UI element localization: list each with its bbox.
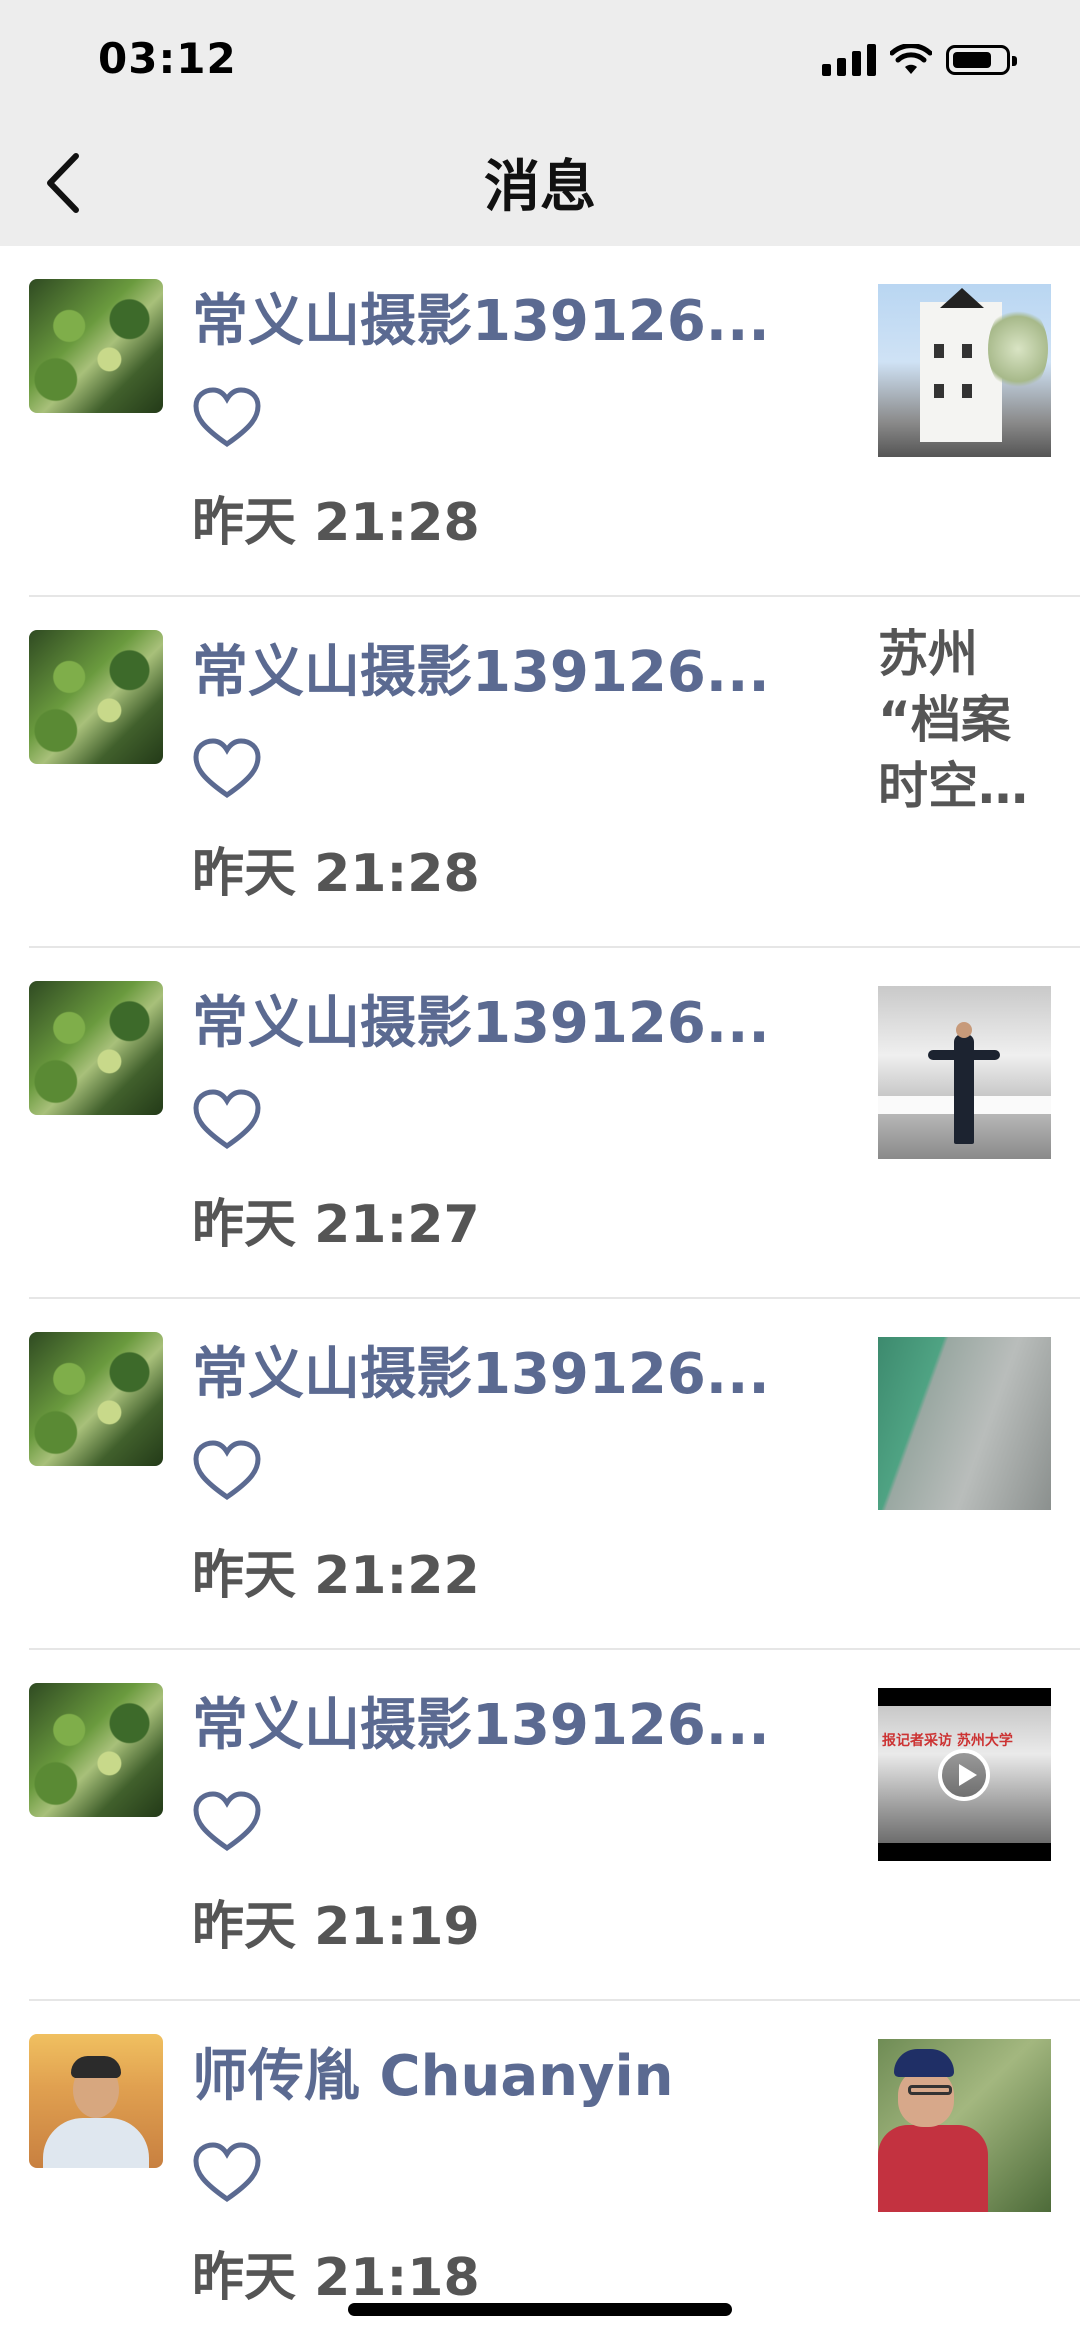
heart-icon (193, 1791, 261, 1852)
list-item[interactable]: 常义山摄影139126... 昨天 21:27 (0, 948, 1080, 1299)
heart-icon (193, 2142, 261, 2203)
status-bar: 03:12 (0, 0, 1080, 120)
status-time: 03:12 (98, 34, 237, 83)
sender-name[interactable]: 常义山摄影139126... (192, 627, 812, 708)
heart-icon (193, 387, 261, 448)
sender-name[interactable]: 常义山摄影139126... (192, 276, 812, 357)
navigation-bar: 消息 (0, 120, 1080, 246)
message-time: 昨天 21:19 (192, 1897, 480, 1957)
message-time: 昨天 21:18 (192, 2248, 480, 2308)
sender-name[interactable]: 常义山摄影139126... (192, 1680, 812, 1761)
sender-name[interactable]: 师传胤 Chuanyin (192, 2031, 812, 2112)
heart-icon (193, 1089, 261, 1150)
avatar[interactable] (29, 279, 163, 413)
play-icon[interactable] (938, 1749, 990, 1801)
video-caption: 报记者采访 苏州大学 (882, 1733, 1013, 1749)
avatar[interactable] (29, 630, 163, 764)
list-item[interactable]: 常义山摄影139126... 昨天 21:28 苏州 “档案 时空… (0, 597, 1080, 948)
avatar[interactable] (29, 2034, 163, 2168)
building-photo-thumbnail[interactable] (878, 284, 1051, 457)
sender-name[interactable]: 常义山摄影139126... (192, 978, 812, 1059)
avatar[interactable] (29, 1683, 163, 1817)
list-item[interactable]: 常义山摄影139126... 昨天 21:28 (0, 246, 1080, 597)
home-indicator[interactable] (348, 2303, 732, 2316)
page-title: 消息 (484, 155, 596, 220)
post-text-preview[interactable]: 苏州 “档案 时空… (878, 621, 1053, 819)
cellular-signal-icon (822, 44, 876, 76)
message-time: 昨天 21:22 (192, 1546, 480, 1606)
video-thumbnail[interactable]: 报记者采访 苏州大学 (878, 1688, 1051, 1861)
portrait-photo-thumbnail[interactable] (878, 2039, 1051, 2212)
list-item[interactable]: 常义山摄影139126... 昨天 21:22 (0, 1299, 1080, 1650)
avatar[interactable] (29, 1332, 163, 1466)
list-item[interactable]: 常义山摄影139126... 昨天 21:19 报记者采访 苏州大学 (0, 1650, 1080, 2001)
corridor-photo-thumbnail[interactable] (878, 1337, 1051, 1510)
status-icons (822, 40, 1017, 80)
list-item[interactable]: 师传胤 Chuanyin 昨天 21:18 (0, 2001, 1080, 2352)
message-time: 昨天 21:28 (192, 493, 480, 553)
message-time: 昨天 21:28 (192, 844, 480, 904)
wifi-icon (890, 44, 932, 74)
heart-icon (193, 738, 261, 799)
sender-name[interactable]: 常义山摄影139126... (192, 1329, 812, 1410)
avatar[interactable] (29, 981, 163, 1115)
heart-icon (193, 1440, 261, 1501)
message-time: 昨天 21:27 (192, 1195, 480, 1255)
message-list: 常义山摄影139126... 昨天 21:28 常义山摄影139126... 昨… (0, 246, 1080, 2352)
battery-icon (946, 45, 1017, 75)
hall-photo-thumbnail[interactable] (878, 986, 1051, 1159)
